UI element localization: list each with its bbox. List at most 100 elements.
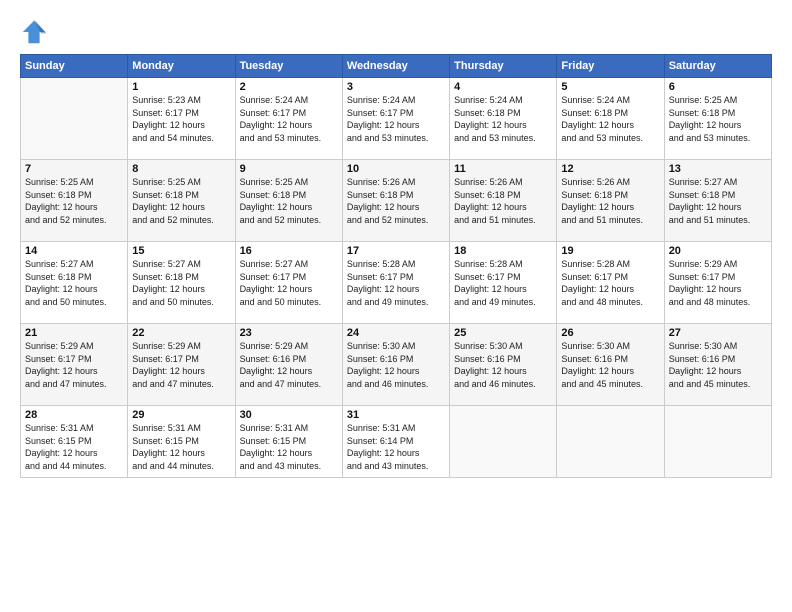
day-info: Sunrise: 5:26 AMSunset: 6:18 PMDaylight:… [454,176,552,226]
daylight-text2: and and 48 minutes. [561,297,643,307]
weekday-header-sunday: Sunday [21,55,128,78]
day-number: 10 [347,163,445,175]
calendar-cell [450,406,557,478]
sunrise-text: Sunrise: 5:26 AM [561,177,630,187]
day-info: Sunrise: 5:29 AMSunset: 6:17 PMDaylight:… [25,340,123,390]
daylight-text2: and and 43 minutes. [347,461,429,471]
daylight-text: Daylight: 12 hours [347,284,420,294]
day-info: Sunrise: 5:25 AMSunset: 6:18 PMDaylight:… [25,176,123,226]
daylight-text: Daylight: 12 hours [347,120,420,130]
calendar-cell: 7Sunrise: 5:25 AMSunset: 6:18 PMDaylight… [21,160,128,242]
day-number: 31 [347,409,445,421]
daylight-text: Daylight: 12 hours [132,284,205,294]
calendar-cell: 11Sunrise: 5:26 AMSunset: 6:18 PMDayligh… [450,160,557,242]
daylight-text2: and and 47 minutes. [240,379,322,389]
day-info: Sunrise: 5:26 AMSunset: 6:18 PMDaylight:… [561,176,659,226]
day-info: Sunrise: 5:30 AMSunset: 6:16 PMDaylight:… [669,340,767,390]
calendar-cell: 18Sunrise: 5:28 AMSunset: 6:17 PMDayligh… [450,242,557,324]
sunrise-text: Sunrise: 5:29 AM [25,341,94,351]
daylight-text2: and and 43 minutes. [240,461,322,471]
day-number: 28 [25,409,123,421]
day-number: 29 [132,409,230,421]
daylight-text: Daylight: 12 hours [240,202,313,212]
sunrise-text: Sunrise: 5:25 AM [25,177,94,187]
calendar-cell: 15Sunrise: 5:27 AMSunset: 6:18 PMDayligh… [128,242,235,324]
calendar-cell: 22Sunrise: 5:29 AMSunset: 6:17 PMDayligh… [128,324,235,406]
day-info: Sunrise: 5:31 AMSunset: 6:14 PMDaylight:… [347,422,445,472]
sunrise-text: Sunrise: 5:31 AM [132,423,201,433]
daylight-text2: and and 45 minutes. [669,379,751,389]
sunset-text: Sunset: 6:17 PM [25,354,92,364]
daylight-text: Daylight: 12 hours [454,202,527,212]
daylight-text2: and and 51 minutes. [669,215,751,225]
sunrise-text: Sunrise: 5:27 AM [25,259,94,269]
calendar-cell: 4Sunrise: 5:24 AMSunset: 6:18 PMDaylight… [450,78,557,160]
week-row-2: 7Sunrise: 5:25 AMSunset: 6:18 PMDaylight… [21,160,772,242]
logo-icon [20,18,48,46]
day-info: Sunrise: 5:23 AMSunset: 6:17 PMDaylight:… [132,94,230,144]
day-number: 13 [669,163,767,175]
calendar-cell: 1Sunrise: 5:23 AMSunset: 6:17 PMDaylight… [128,78,235,160]
day-number: 7 [25,163,123,175]
day-info: Sunrise: 5:25 AMSunset: 6:18 PMDaylight:… [132,176,230,226]
day-info: Sunrise: 5:30 AMSunset: 6:16 PMDaylight:… [347,340,445,390]
daylight-text2: and and 50 minutes. [25,297,107,307]
day-info: Sunrise: 5:28 AMSunset: 6:17 PMDaylight:… [347,258,445,308]
daylight-text: Daylight: 12 hours [669,366,742,376]
daylight-text: Daylight: 12 hours [454,284,527,294]
sunrise-text: Sunrise: 5:26 AM [454,177,523,187]
day-info: Sunrise: 5:27 AMSunset: 6:18 PMDaylight:… [132,258,230,308]
sunset-text: Sunset: 6:17 PM [240,108,307,118]
calendar-cell [664,406,771,478]
daylight-text2: and and 44 minutes. [132,461,214,471]
day-info: Sunrise: 5:30 AMSunset: 6:16 PMDaylight:… [561,340,659,390]
day-info: Sunrise: 5:29 AMSunset: 6:16 PMDaylight:… [240,340,338,390]
sunset-text: Sunset: 6:16 PM [561,354,628,364]
sunrise-text: Sunrise: 5:23 AM [132,95,201,105]
calendar-cell: 23Sunrise: 5:29 AMSunset: 6:16 PMDayligh… [235,324,342,406]
daylight-text: Daylight: 12 hours [132,366,205,376]
calendar-cell: 16Sunrise: 5:27 AMSunset: 6:17 PMDayligh… [235,242,342,324]
sunset-text: Sunset: 6:16 PM [240,354,307,364]
weekday-header-friday: Friday [557,55,664,78]
sunset-text: Sunset: 6:18 PM [240,190,307,200]
calendar: SundayMondayTuesdayWednesdayThursdayFrid… [20,54,772,478]
sunset-text: Sunset: 6:17 PM [347,108,414,118]
calendar-cell: 27Sunrise: 5:30 AMSunset: 6:16 PMDayligh… [664,324,771,406]
sunset-text: Sunset: 6:18 PM [454,108,521,118]
calendar-cell: 29Sunrise: 5:31 AMSunset: 6:15 PMDayligh… [128,406,235,478]
sunrise-text: Sunrise: 5:31 AM [25,423,94,433]
daylight-text: Daylight: 12 hours [347,202,420,212]
day-info: Sunrise: 5:27 AMSunset: 6:18 PMDaylight:… [669,176,767,226]
daylight-text: Daylight: 12 hours [240,120,313,130]
sunset-text: Sunset: 6:16 PM [454,354,521,364]
sunrise-text: Sunrise: 5:24 AM [561,95,630,105]
calendar-cell: 3Sunrise: 5:24 AMSunset: 6:17 PMDaylight… [342,78,449,160]
day-number: 20 [669,245,767,257]
sunset-text: Sunset: 6:17 PM [240,272,307,282]
calendar-cell: 12Sunrise: 5:26 AMSunset: 6:18 PMDayligh… [557,160,664,242]
weekday-header-monday: Monday [128,55,235,78]
daylight-text2: and and 45 minutes. [561,379,643,389]
daylight-text2: and and 46 minutes. [347,379,429,389]
sunset-text: Sunset: 6:16 PM [669,354,736,364]
calendar-cell: 30Sunrise: 5:31 AMSunset: 6:15 PMDayligh… [235,406,342,478]
calendar-cell: 8Sunrise: 5:25 AMSunset: 6:18 PMDaylight… [128,160,235,242]
weekday-header-thursday: Thursday [450,55,557,78]
daylight-text2: and and 52 minutes. [240,215,322,225]
daylight-text2: and and 48 minutes. [669,297,751,307]
week-row-5: 28Sunrise: 5:31 AMSunset: 6:15 PMDayligh… [21,406,772,478]
daylight-text: Daylight: 12 hours [454,120,527,130]
sunrise-text: Sunrise: 5:25 AM [240,177,309,187]
calendar-cell: 9Sunrise: 5:25 AMSunset: 6:18 PMDaylight… [235,160,342,242]
sunset-text: Sunset: 6:16 PM [347,354,414,364]
day-info: Sunrise: 5:25 AMSunset: 6:18 PMDaylight:… [669,94,767,144]
calendar-cell: 13Sunrise: 5:27 AMSunset: 6:18 PMDayligh… [664,160,771,242]
daylight-text: Daylight: 12 hours [347,366,420,376]
sunset-text: Sunset: 6:18 PM [347,190,414,200]
day-number: 27 [669,327,767,339]
sunset-text: Sunset: 6:18 PM [561,108,628,118]
daylight-text2: and and 49 minutes. [454,297,536,307]
day-number: 25 [454,327,552,339]
day-number: 14 [25,245,123,257]
